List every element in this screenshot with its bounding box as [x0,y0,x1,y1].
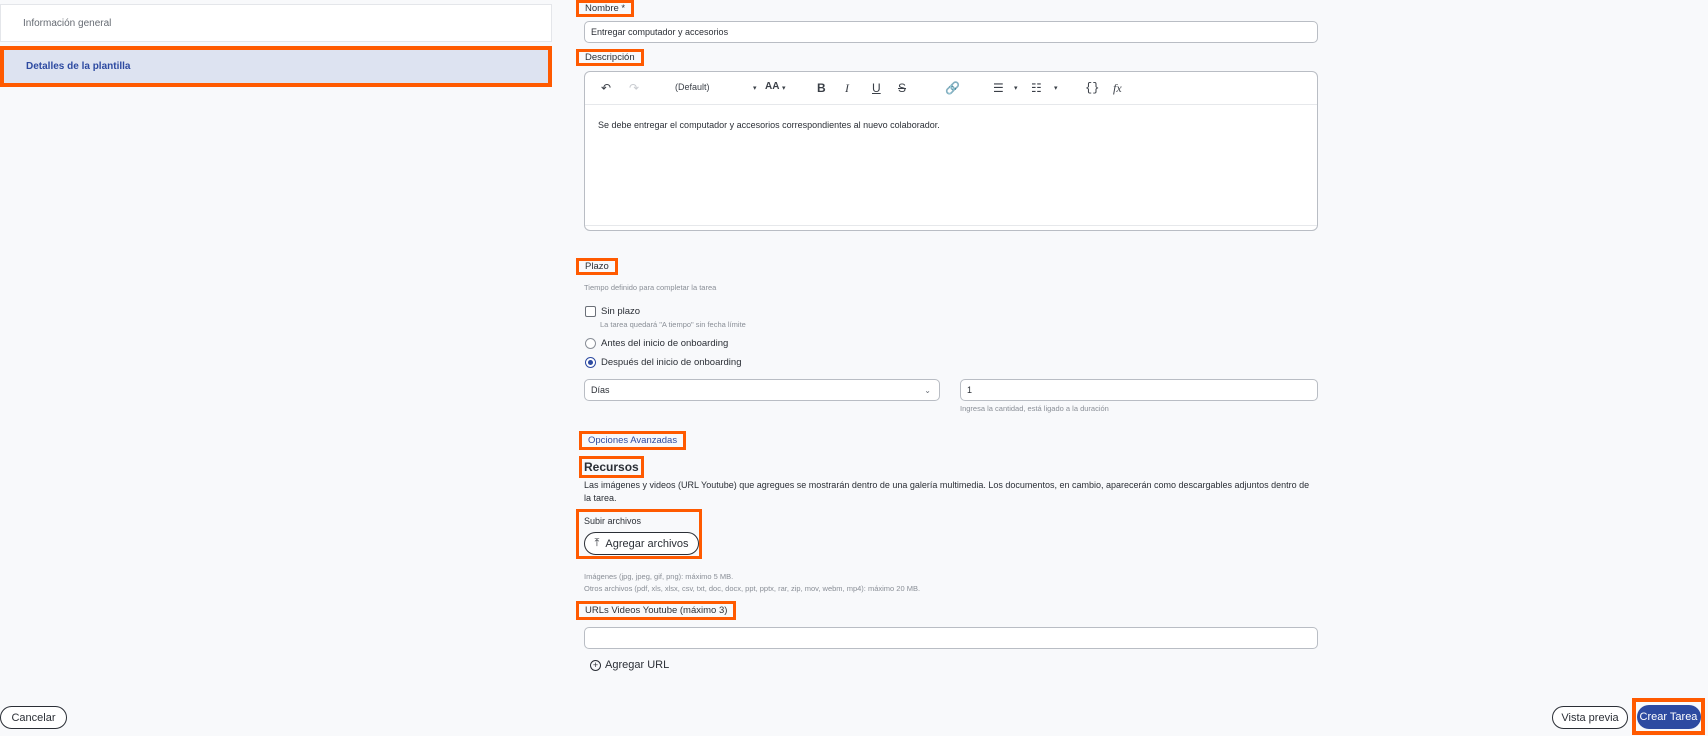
plus-circle-icon: + [590,659,601,671]
font-size-icon[interactable]: AA [765,81,779,92]
create-task-button-highlight: Crear Tarea [1632,698,1705,735]
redo-icon[interactable]: ↷ [629,81,639,95]
bullet-list-caret-icon[interactable]: ▾ [1014,84,1018,92]
italic-icon[interactable]: I [845,81,849,96]
youtube-url-input[interactable] [584,627,1318,649]
advanced-options-toggle[interactable]: Opciones Avanzadas [579,431,687,450]
recursos-title: Recursos [579,456,644,478]
add-url-button[interactable]: + Agregar URL [590,659,669,671]
despues-radio[interactable] [585,357,596,368]
plazo-hint: Tiempo definido para completar la tarea [584,283,717,292]
sidebar-item-label: Información general [23,17,112,29]
images-hint: Imágenes (jpg, jpeg, gif, png): máximo 5… [584,572,734,581]
sidebar: Información general Detalles de la plant… [0,4,552,87]
bold-icon[interactable]: B [817,81,826,95]
nombre-input[interactable]: Entregar computador y accesorios [584,21,1318,43]
undo-icon[interactable]: ↶ [601,81,611,95]
nombre-label: Nombre * [576,0,635,17]
create-task-button[interactable]: Crear Tarea [1636,704,1701,729]
upload-icon: ⤒ [594,537,600,549]
amount-hint: Ingresa la cantidad, está ligado a la du… [960,404,1109,413]
editor-footer-divider [585,225,1317,226]
unit-select[interactable]: Días ⌄ [584,379,940,401]
rich-text-editor[interactable]: ↶ ↷ (Default) ▾ AA ▾ B I U S 🔗 ☰ ▾ ☷ ▾ {… [584,71,1318,231]
add-url-label: Agregar URL [605,659,670,671]
antes-option[interactable]: Antes del inicio de onboarding [585,338,728,349]
numbered-list-caret-icon[interactable]: ▾ [1054,84,1058,92]
sidebar-item-detalles-plantilla[interactable]: Detalles de la plantilla [0,46,552,87]
plazo-label: Plazo [576,258,618,275]
sin-plazo-checkbox[interactable] [585,306,596,317]
despues-option[interactable]: Después del inicio de onboarding [585,357,742,368]
code-block-icon[interactable]: {} [1085,81,1099,95]
font-size-caret-icon[interactable]: ▾ [782,84,786,92]
strikethrough-icon[interactable]: S [898,81,906,95]
preview-button[interactable]: Vista previa [1552,706,1628,729]
chevron-down-icon: ⌄ [924,385,931,395]
sidebar-item-label: Detalles de la plantilla [26,61,131,72]
editor-toolbar: ↶ ↷ (Default) ▾ AA ▾ B I U S 🔗 ☰ ▾ ☷ ▾ {… [585,72,1317,105]
bullet-list-icon[interactable]: ☰ [993,81,1004,95]
link-icon[interactable]: 🔗 [945,81,960,95]
editor-content[interactable]: Se debe entregar el computador y accesor… [598,120,940,130]
youtube-label: URLs Videos Youtube (máximo 3) [576,601,737,620]
sin-plazo-option[interactable]: Sin plazo [585,306,640,317]
underline-icon[interactable]: U [872,81,881,95]
font-select[interactable]: (Default) [675,82,710,92]
add-files-button[interactable]: ⤒ Agregar archivos [584,532,699,555]
others-hint: Otros archivos (pdf, xls, xlsx, csv, txt… [584,584,921,593]
despues-label: Después del inicio de onboarding [601,357,742,368]
antes-label: Antes del inicio de onboarding [601,338,729,349]
advanced-options-label: Opciones Avanzadas [588,435,678,446]
antes-radio[interactable] [585,338,596,349]
upload-label: Subir archivos [584,516,642,526]
cancel-button[interactable]: Cancelar [0,706,67,729]
sidebar-item-informacion-general[interactable]: Información general [0,4,552,42]
sin-plazo-hint: La tarea quedará "A tiempo" sin fecha lí… [600,320,746,329]
font-dropdown-caret-icon[interactable]: ▾ [753,84,757,92]
formula-icon[interactable]: fx [1113,81,1122,96]
numbered-list-icon[interactable]: ☷ [1031,81,1042,95]
add-files-label: Agregar archivos [605,537,689,550]
descripcion-label: Descripción [576,49,644,66]
recursos-description: Las imágenes y videos (URL Youtube) que … [584,480,1310,503]
unit-select-value: Días [591,385,610,395]
sin-plazo-label: Sin plazo [601,306,641,317]
amount-input[interactable]: 1 [960,379,1318,401]
upload-section: Subir archivos ⤒ Agregar archivos [576,509,702,559]
